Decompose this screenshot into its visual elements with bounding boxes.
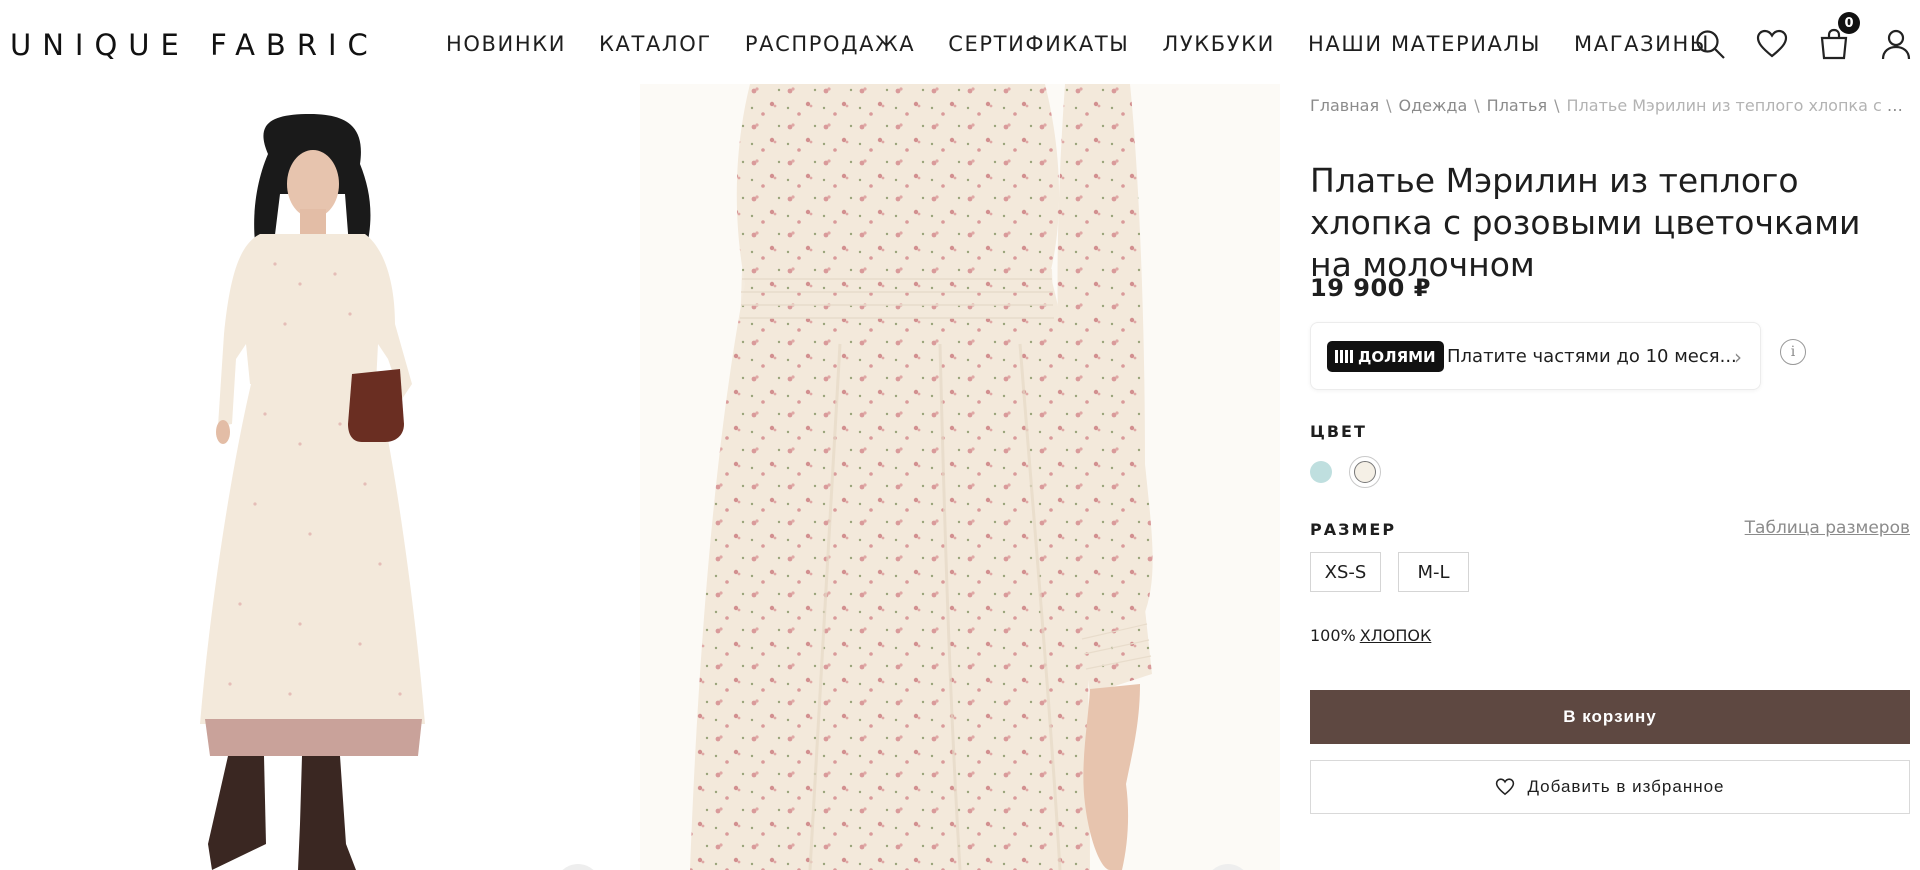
- add-to-cart-button[interactable]: В корзину: [1310, 690, 1910, 744]
- product-gallery: [0, 84, 1290, 870]
- size-option-xs-s[interactable]: XS-S: [1310, 552, 1381, 592]
- nav-item-catalog[interactable]: КАТАЛОГ: [599, 32, 712, 56]
- cart-count-badge: 0: [1838, 12, 1860, 34]
- size-label: РАЗМЕР: [1310, 520, 1397, 539]
- nav-item-lookbooks[interactable]: ЛУКБУКИ: [1162, 32, 1275, 56]
- product-panel: Главная \ Одежда \ Платья \ Платье Мэрилин из …: [1310, 84, 1910, 870]
- breadcrumb-separator: \: [1554, 96, 1560, 115]
- heart-icon: [1496, 778, 1515, 796]
- installment-widget[interactable]: ДОЛЯМИ Платите частями до 10 меся... ›: [1310, 322, 1761, 390]
- breadcrumb-separator: \: [1386, 96, 1392, 115]
- chevron-right-icon: ›: [1734, 345, 1742, 369]
- breadcrumb-home[interactable]: Главная: [1310, 96, 1379, 115]
- breadcrumb-clothing[interactable]: Одежда: [1399, 96, 1468, 115]
- product-price: 19 900 ₽: [1310, 274, 1431, 302]
- color-swatch-milk-selected[interactable]: [1349, 456, 1381, 488]
- dolyami-bars-icon: [1335, 350, 1353, 363]
- heart-icon[interactable]: [1752, 22, 1792, 66]
- site-header: UNIQUE FABRIC НОВИНКИ КАТАЛОГ РАСПРОДАЖА…: [0, 0, 1920, 84]
- nav-item-new[interactable]: НОВИНКИ: [446, 32, 566, 56]
- logo[interactable]: UNIQUE FABRIC: [10, 28, 379, 62]
- add-to-favorites-label: Добавить в избранное: [1527, 777, 1725, 796]
- color-swatch-mint[interactable]: [1310, 461, 1332, 483]
- size-chart-link[interactable]: Таблица размеров: [1745, 518, 1910, 538]
- composition-material-link[interactable]: ХЛОПОК: [1360, 626, 1432, 645]
- user-icon[interactable]: [1876, 22, 1916, 66]
- breadcrumb-current: Платье Мэрилин из теплого хлопка с розов…: [1566, 96, 1911, 115]
- nav-item-sale[interactable]: РАСПРОДАЖА: [745, 32, 915, 56]
- breadcrumb-dresses[interactable]: Платья: [1487, 96, 1547, 115]
- composition: 100% ХЛОПОК: [1310, 626, 1431, 645]
- nav-item-materials[interactable]: НАШИ МАТЕРИАЛЫ: [1308, 32, 1541, 56]
- dolyami-logo: ДОЛЯМИ: [1327, 341, 1444, 372]
- breadcrumb: Главная \ Одежда \ Платья \ Платье Мэрилин из …: [1310, 96, 1910, 115]
- main-nav: НОВИНКИ КАТАЛОГ РАСПРОДАЖА СЕРТИФИКАТЫ Л…: [446, 32, 1743, 56]
- search-icon[interactable]: [1690, 22, 1730, 66]
- product-title: Платье Мэрилин из теплого хлопка с розов…: [1310, 161, 1861, 284]
- info-icon[interactable]: i: [1780, 339, 1806, 365]
- composition-percent: 100%: [1310, 626, 1356, 645]
- add-to-favorites-button[interactable]: Добавить в избранное: [1310, 760, 1910, 814]
- color-label: ЦВЕТ: [1310, 422, 1367, 441]
- product-photo-detail[interactable]: [640, 84, 1280, 870]
- bag-icon[interactable]: 0: [1814, 12, 1860, 66]
- installment-text: Платите частями до 10 меся...: [1447, 346, 1737, 367]
- size-option-m-l[interactable]: M-L: [1398, 552, 1469, 592]
- breadcrumb-separator: \: [1474, 96, 1480, 115]
- nav-item-certificates[interactable]: СЕРТИФИКАТЫ: [948, 32, 1129, 56]
- dolyami-badge-text: ДОЛЯМИ: [1358, 347, 1436, 366]
- color-swatch-milk-inner: [1354, 461, 1376, 483]
- product-photo-full-length[interactable]: [0, 84, 630, 870]
